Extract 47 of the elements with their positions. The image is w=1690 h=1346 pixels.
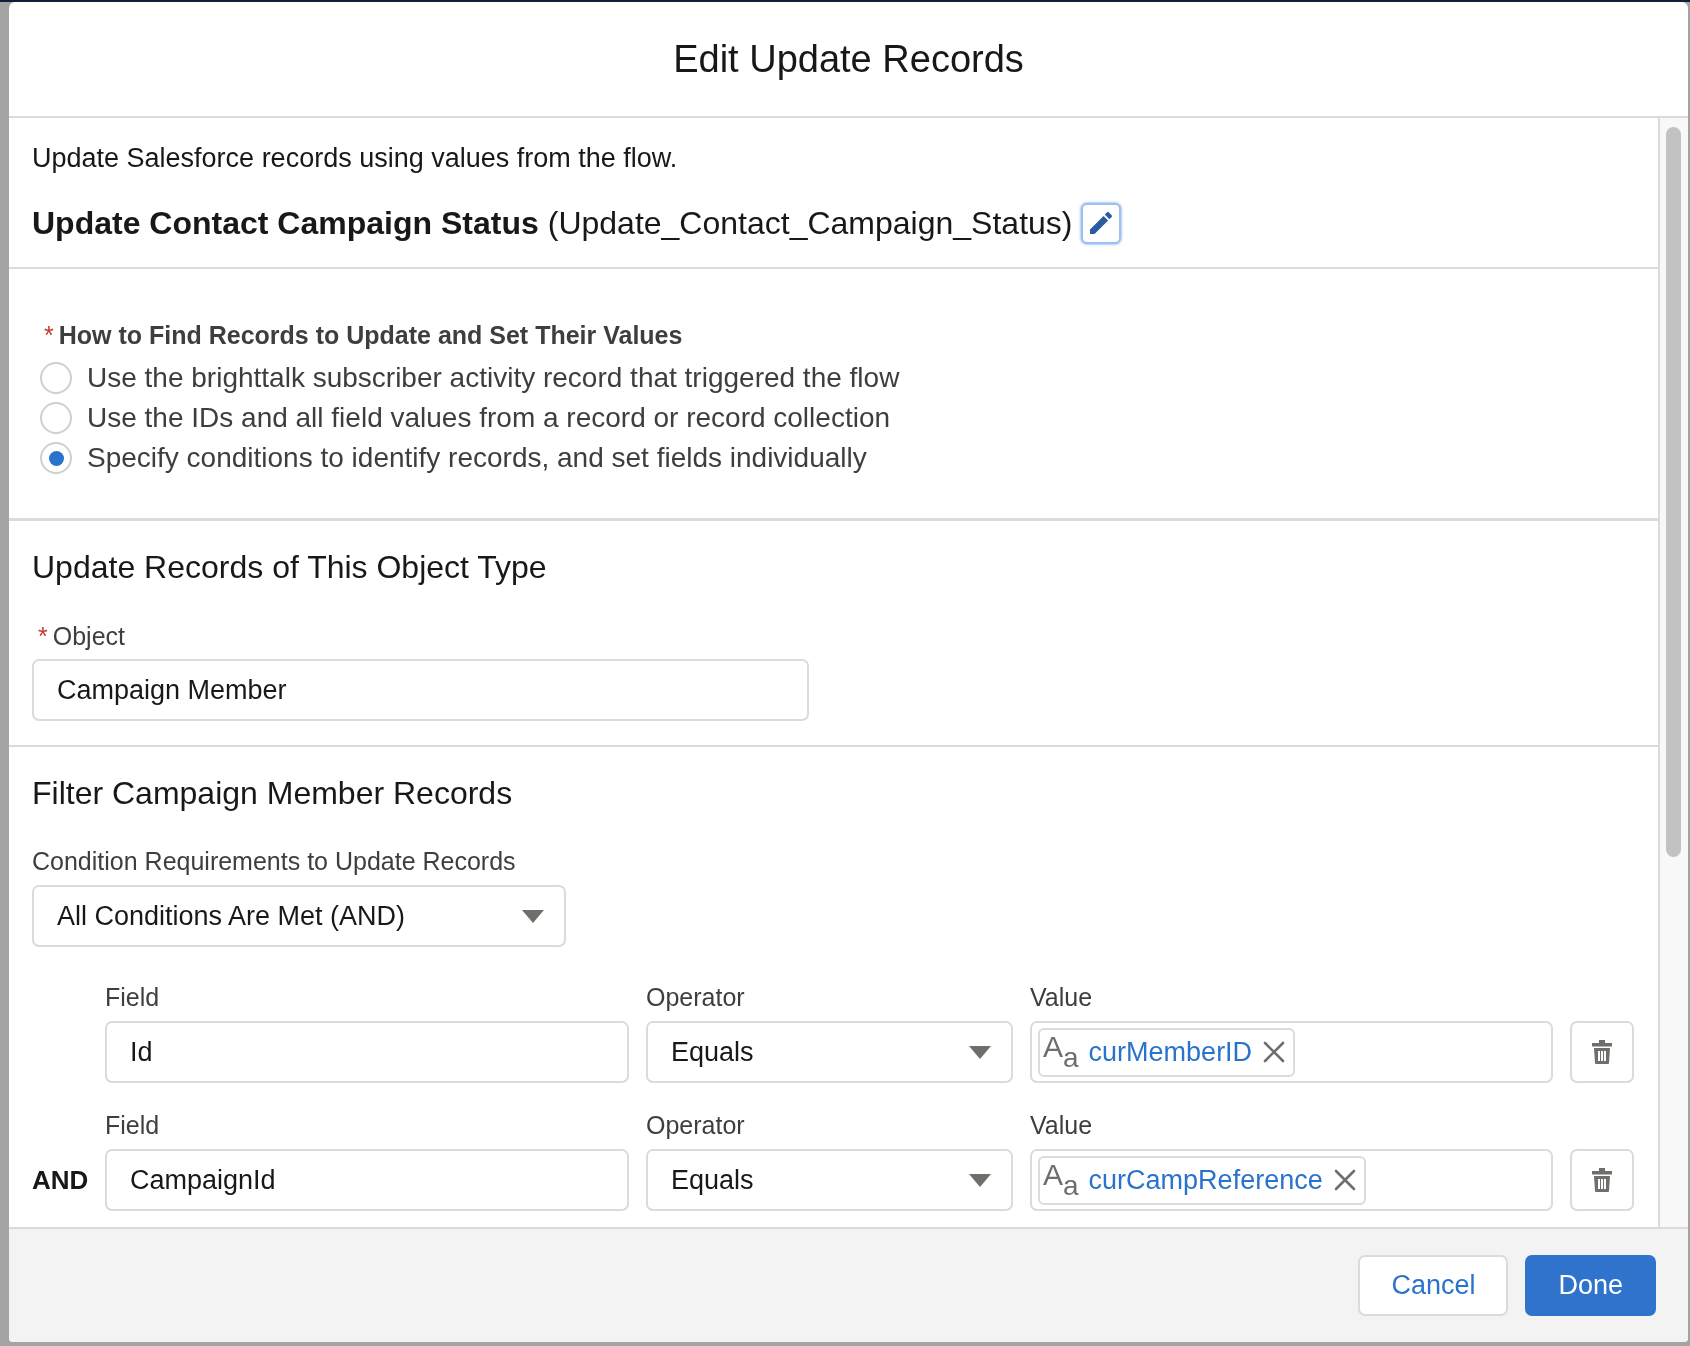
required-mark: * bbox=[44, 320, 54, 350]
caret-icon bbox=[969, 1173, 991, 1187]
caret-icon bbox=[969, 1045, 991, 1059]
pencil-icon bbox=[1090, 212, 1113, 234]
element-label: Update Contact Campaign Status bbox=[32, 204, 539, 242]
radio-button[interactable] bbox=[40, 362, 72, 394]
operator-label: Operator bbox=[646, 1111, 746, 1139]
edit-button[interactable] bbox=[1081, 202, 1122, 244]
description-text: Update Salesforce records using values from the flow. bbox=[32, 143, 678, 173]
trash-icon bbox=[1592, 1168, 1612, 1192]
operator-select[interactable]: Equals bbox=[646, 1149, 1013, 1211]
variable-name: curMemberID bbox=[1088, 1036, 1253, 1068]
operator-select[interactable]: Equals bbox=[646, 1021, 1013, 1083]
modal-title: Edit Update Records bbox=[673, 37, 1024, 81]
radio-button[interactable] bbox=[40, 442, 72, 474]
close-icon[interactable] bbox=[1333, 1169, 1356, 1191]
field-input[interactable]: CampaignId bbox=[105, 1149, 629, 1211]
condition-requirements-select[interactable]: All Conditions Are Met (AND) bbox=[32, 885, 566, 947]
value-label: Value bbox=[1030, 1111, 1094, 1139]
done-button[interactable]: Done bbox=[1525, 1255, 1656, 1316]
radio-label: Specify conditions to identify records, and set fields individually bbox=[87, 442, 867, 474]
variable-name: curCampReference bbox=[1088, 1164, 1323, 1196]
logic-label: AND bbox=[32, 1164, 89, 1195]
condition-requirements-label: Condition Requirements to Update Records bbox=[32, 846, 516, 876]
api-name: (Update_Contact_Campaign_Status) bbox=[547, 204, 1073, 242]
field-input[interactable]: Id bbox=[105, 1021, 629, 1083]
scrollbar-thumb[interactable] bbox=[1666, 127, 1681, 857]
field-label: Field bbox=[105, 983, 161, 1011]
section-heading: Update Records of This Object Type bbox=[32, 549, 547, 585]
radio-label: Use the IDs and all field values from a record or record collection bbox=[87, 402, 891, 434]
caret-icon bbox=[522, 909, 544, 923]
cancel-button[interactable]: Cancel bbox=[1358, 1255, 1509, 1316]
trash-icon bbox=[1592, 1040, 1612, 1064]
object-label: Object bbox=[52, 621, 125, 651]
close-icon[interactable] bbox=[1263, 1041, 1286, 1063]
radio-button[interactable] bbox=[40, 402, 72, 434]
value-label: Value bbox=[1030, 983, 1094, 1011]
radio-label: Use the brighttalk subscriber activity record that triggered the flow bbox=[87, 362, 900, 394]
delete-button[interactable] bbox=[1570, 1149, 1634, 1211]
scrollbar[interactable] bbox=[1660, 118, 1688, 1227]
group-label: How to Find Records to Update and Set Their Values bbox=[58, 320, 683, 350]
required-mark: * bbox=[38, 621, 48, 651]
delete-button[interactable] bbox=[1570, 1021, 1634, 1083]
field-label: Field bbox=[105, 1111, 161, 1139]
section-heading: Filter Campaign Member Records bbox=[32, 775, 513, 811]
operator-label: Operator bbox=[646, 983, 746, 1011]
object-field[interactable]: Campaign Member bbox=[32, 659, 809, 721]
